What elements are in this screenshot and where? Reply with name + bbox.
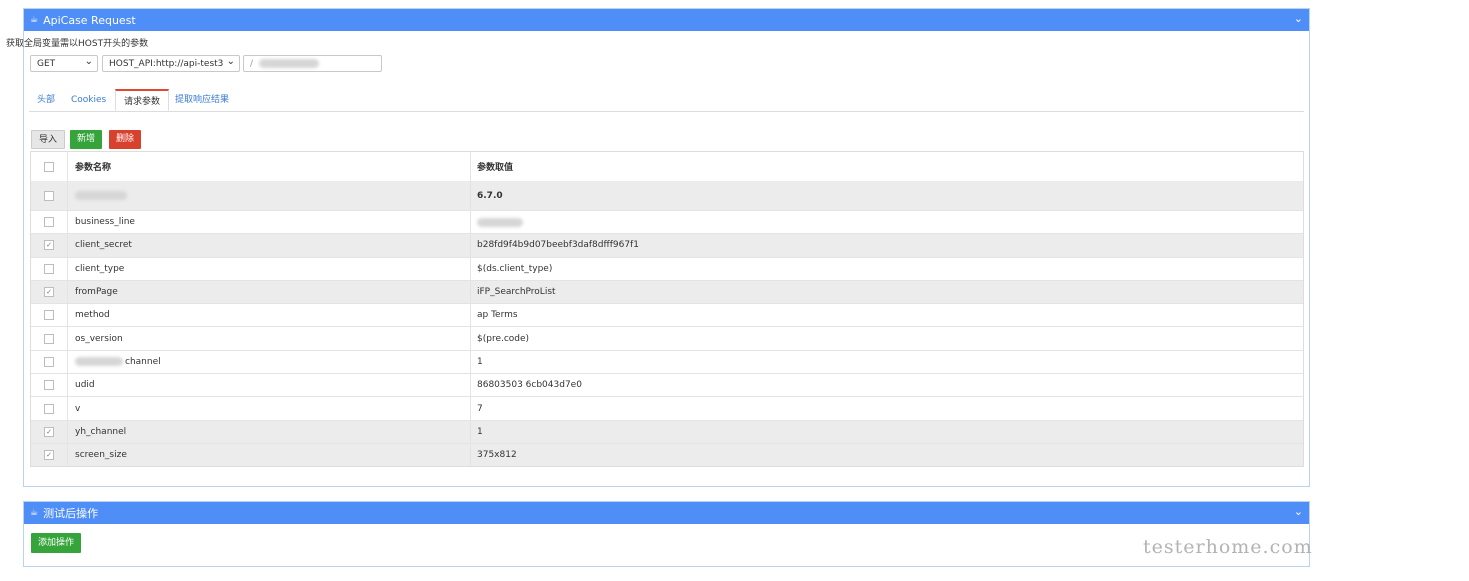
param-value-cell[interactable]: 1 <box>471 421 1303 443</box>
host-hint-text: 获取全局变量需以HOST开头的参数 <box>6 39 149 49</box>
param-value-cell[interactable]: b28fd9f4b9d07beebf3daf8dfff967f1 <box>471 234 1303 256</box>
chevron-down-icon[interactable]: ⌄ <box>1294 12 1303 25</box>
request-tabs: 头部 Cookies 请求参数 提取响应结果 <box>29 89 1304 112</box>
tab-request-params[interactable]: 请求参数 <box>115 89 170 111</box>
param-value-cell[interactable]: 86803503 6cb043d7e0 <box>471 374 1303 396</box>
table-row[interactable]: os_version $(pre.code) <box>31 326 1303 350</box>
table-row[interactable]: client_type $(ds.client_type) <box>31 256 1303 280</box>
tab-cookies[interactable]: Cookies <box>63 89 114 111</box>
table-row[interactable]: 6.7.0 <box>31 181 1303 210</box>
host-select-value: HOST_API:http://api-test3 <box>109 58 224 69</box>
param-value-cell[interactable] <box>471 211 1303 233</box>
row-checkbox[interactable] <box>44 356 54 367</box>
tab-extract-response[interactable]: 提取响应结果 <box>167 89 237 111</box>
param-value-cell[interactable]: 1 <box>471 351 1303 373</box>
param-name-cell[interactable]: client_type <box>68 257 471 280</box>
table-row[interactable]: udid 86803503 6cb043d7e0 <box>31 373 1303 397</box>
import-button[interactable]: 导入 <box>31 130 66 149</box>
chevron-down-icon[interactable]: ⌄ <box>1294 505 1303 518</box>
table-row[interactable]: ✓ yh_channel 1 <box>31 419 1303 443</box>
header-param-value: 参数取值 <box>477 163 514 173</box>
param-name-cell[interactable]: udid <box>68 374 471 397</box>
header-param-name: 参数名称 <box>68 152 471 181</box>
param-name-cell[interactable]: os_version <box>68 327 471 350</box>
panel-header[interactable]: ☕ ApiCase Request ⌄ <box>24 9 1309 31</box>
panel-title: 测试后操作 <box>43 507 99 520</box>
row-checkbox[interactable]: ✓ <box>44 240 54 251</box>
coffee-icon: ☕ <box>30 15 39 25</box>
row-checkbox[interactable] <box>44 310 54 321</box>
param-value-cell[interactable]: $(pre.code) <box>471 327 1303 349</box>
table-row[interactable]: business_line <box>31 210 1303 234</box>
param-name-cell[interactable] <box>68 181 471 210</box>
add-action-button[interactable]: 添加操作 <box>31 533 82 553</box>
add-button[interactable]: 新增 <box>70 130 103 149</box>
redacted-blur <box>75 357 123 367</box>
select-all-checkbox[interactable] <box>44 161 54 172</box>
param-name-cell[interactable]: v <box>68 397 471 420</box>
row-checkbox[interactable] <box>44 333 54 344</box>
tab-headers[interactable]: 头部 <box>29 89 63 111</box>
row-checkbox[interactable] <box>44 403 54 414</box>
path-input[interactable]: / <box>243 55 382 72</box>
row-checkbox[interactable]: ✓ <box>44 426 54 437</box>
param-value-cell[interactable]: 6.7.0 <box>471 181 1303 210</box>
row-checkbox[interactable] <box>44 380 54 391</box>
param-name-cell[interactable]: yh_channel <box>68 420 471 443</box>
row-checkbox[interactable]: ✓ <box>44 287 54 298</box>
method-select-value: GET <box>37 58 56 69</box>
param-name-cell[interactable]: screen_size <box>68 443 471 467</box>
param-name-cell[interactable]: fromPage <box>68 280 471 304</box>
table-row[interactable]: ✓ screen_size 375x812 <box>31 442 1303 467</box>
param-name-cell[interactable]: channel <box>68 350 471 374</box>
panel-title: ApiCase Request <box>43 13 136 27</box>
row-checkbox[interactable] <box>44 263 54 274</box>
redacted-blur <box>75 191 127 200</box>
redacted-blur <box>477 217 523 227</box>
method-select[interactable]: GET ⌄ <box>30 55 98 72</box>
param-name-cell[interactable]: client_secret <box>68 234 471 257</box>
table-row[interactable]: method ap Terms <box>31 303 1303 327</box>
redacted-blur <box>259 59 320 68</box>
table-row[interactable]: v7 <box>31 396 1303 420</box>
chevron-down-icon: ⌄ <box>84 56 93 67</box>
coffee-icon: ☕ <box>30 508 39 518</box>
table-row[interactable]: ✓ fromPage iFP_SearchProList <box>31 279 1303 304</box>
param-value-cell[interactable]: 375x812 <box>471 444 1303 466</box>
param-value-cell[interactable]: iFP_SearchProList <box>471 281 1303 303</box>
row-checkbox[interactable] <box>44 190 54 201</box>
delete-button[interactable]: 删除 <box>109 130 142 149</box>
param-value-cell[interactable]: 7 <box>471 397 1303 419</box>
panel-header[interactable]: ☕ 测试后操作 ⌄ <box>24 502 1309 524</box>
row-checkbox[interactable] <box>44 217 54 228</box>
param-name-cell[interactable]: method <box>68 304 471 327</box>
path-input-value: / <box>250 58 254 69</box>
table-header-row: 参数名称 参数取值 <box>31 152 1303 181</box>
params-table: 参数名称 参数取值 6.7.0 business_line ✓ client_secr… <box>30 151 1304 468</box>
chevron-down-icon: ⌄ <box>226 56 235 67</box>
watermark: testerhome.com <box>1143 536 1313 558</box>
table-row[interactable]: channel 1 <box>31 349 1303 374</box>
host-select[interactable]: HOST_API:http://api-test3 ⌄ <box>102 55 240 72</box>
param-value-cell[interactable]: $(ds.client_type) <box>471 258 1303 280</box>
post-test-actions-panel: ☕ 测试后操作 ⌄ 添加操作 <box>23 501 1310 567</box>
table-row[interactable]: ✓ client_secret b28fd9f4b9d07beebf3daf8dff… <box>31 233 1303 257</box>
param-name-cell[interactable]: business_line <box>68 211 471 234</box>
row-checkbox[interactable]: ✓ <box>44 450 54 461</box>
param-value-cell[interactable]: ap Terms <box>471 304 1303 326</box>
